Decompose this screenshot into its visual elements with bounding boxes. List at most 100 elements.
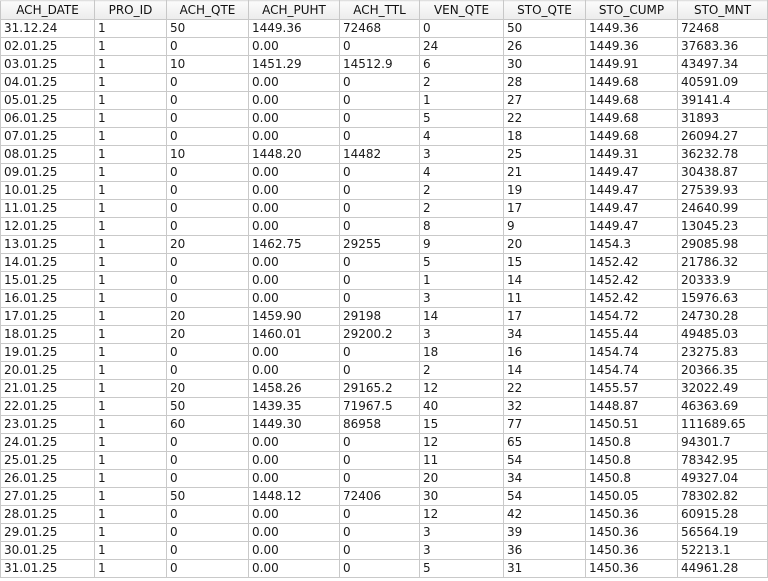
cell-sto-cump[interactable]: 1450.36 — [585, 523, 678, 542]
cell-ach-date[interactable]: 31.12.24 — [0, 19, 95, 38]
cell-sto-qte[interactable]: 11 — [503, 289, 586, 308]
cell-pro-id[interactable]: 1 — [94, 145, 167, 164]
cell-sto-mnt[interactable]: 20333.9 — [677, 271, 768, 290]
cell-sto-cump[interactable]: 1449.68 — [585, 109, 678, 128]
table-row[interactable]: 31.01.25 1 0 0.00 0 5 31 1450.36 44961.28 — [0, 559, 768, 578]
cell-sto-mnt[interactable]: 31893 — [677, 109, 768, 128]
cell-ach-date[interactable]: 04.01.25 — [0, 73, 95, 92]
cell-sto-qte[interactable]: 16 — [503, 343, 586, 362]
table-row[interactable]: 18.01.25 1 20 1460.01 29200.2 3 34 1455.44 49485… — [0, 325, 768, 344]
cell-ach-qte[interactable]: 50 — [166, 487, 249, 506]
cell-ven-qte[interactable]: 30 — [419, 487, 504, 506]
cell-sto-cump[interactable]: 1449.47 — [585, 217, 678, 236]
cell-sto-qte[interactable]: 54 — [503, 487, 586, 506]
cell-ach-ttl[interactable]: 0 — [339, 217, 420, 236]
cell-pro-id[interactable]: 1 — [94, 379, 167, 398]
cell-sto-mnt[interactable]: 44961.28 — [677, 559, 768, 578]
cell-ach-puht[interactable]: 1449.36 — [248, 19, 340, 38]
cell-ach-ttl[interactable]: 14482 — [339, 145, 420, 164]
cell-sto-qte[interactable]: 26 — [503, 37, 586, 56]
cell-ach-date[interactable]: 17.01.25 — [0, 307, 95, 326]
cell-ach-puht[interactable]: 1462.75 — [248, 235, 340, 254]
cell-ven-qte[interactable]: 2 — [419, 361, 504, 380]
cell-pro-id[interactable]: 1 — [94, 559, 167, 578]
cell-pro-id[interactable]: 1 — [94, 307, 167, 326]
cell-ach-puht[interactable]: 0.00 — [248, 37, 340, 56]
cell-sto-mnt[interactable]: 78342.95 — [677, 451, 768, 470]
cell-sto-mnt[interactable]: 27539.93 — [677, 181, 768, 200]
cell-ach-ttl[interactable]: 71967.5 — [339, 397, 420, 416]
table-row[interactable]: 09.01.25 1 0 0.00 0 4 21 1449.47 30438.87 — [0, 163, 768, 182]
cell-sto-qte[interactable]: 54 — [503, 451, 586, 470]
column-header-sto-qte[interactable]: STO_QTE — [503, 0, 586, 20]
cell-ach-puht[interactable]: 0.00 — [248, 541, 340, 560]
cell-ach-date[interactable]: 13.01.25 — [0, 235, 95, 254]
cell-ach-date[interactable]: 09.01.25 — [0, 163, 95, 182]
cell-ach-ttl[interactable]: 0 — [339, 289, 420, 308]
cell-ach-puht[interactable]: 1460.01 — [248, 325, 340, 344]
cell-ach-puht[interactable]: 1449.30 — [248, 415, 340, 434]
cell-ach-qte[interactable]: 0 — [166, 343, 249, 362]
cell-sto-cump[interactable]: 1455.57 — [585, 379, 678, 398]
cell-ven-qte[interactable]: 12 — [419, 379, 504, 398]
cell-ach-qte[interactable]: 0 — [166, 541, 249, 560]
cell-sto-mnt[interactable]: 21786.32 — [677, 253, 768, 272]
cell-ach-qte[interactable]: 0 — [166, 361, 249, 380]
table-row[interactable]: 14.01.25 1 0 0.00 0 5 15 1452.42 21786.32 — [0, 253, 768, 272]
cell-sto-qte[interactable]: 14 — [503, 271, 586, 290]
table-row[interactable]: 17.01.25 1 20 1459.90 29198 14 17 1454.72 24730.… — [0, 307, 768, 326]
cell-ven-qte[interactable]: 40 — [419, 397, 504, 416]
table-row[interactable]: 04.01.25 1 0 0.00 0 2 28 1449.68 40591.09 — [0, 73, 768, 92]
cell-ven-qte[interactable]: 15 — [419, 415, 504, 434]
cell-sto-mnt[interactable]: 46363.69 — [677, 397, 768, 416]
cell-ach-puht[interactable]: 1451.29 — [248, 55, 340, 74]
cell-sto-mnt[interactable]: 23275.83 — [677, 343, 768, 362]
cell-ach-qte[interactable]: 0 — [166, 37, 249, 56]
column-header-sto-cump[interactable]: STO_CUMP — [585, 0, 678, 20]
cell-sto-cump[interactable]: 1449.68 — [585, 127, 678, 146]
cell-ach-qte[interactable]: 0 — [166, 73, 249, 92]
cell-ach-puht[interactable]: 0.00 — [248, 505, 340, 524]
cell-ach-ttl[interactable]: 72468 — [339, 19, 420, 38]
cell-sto-cump[interactable]: 1454.74 — [585, 361, 678, 380]
cell-ach-puht[interactable]: 0.00 — [248, 559, 340, 578]
table-row[interactable]: 06.01.25 1 0 0.00 0 5 22 1449.68 31893 — [0, 109, 768, 128]
cell-sto-cump[interactable]: 1450.8 — [585, 469, 678, 488]
cell-pro-id[interactable]: 1 — [94, 271, 167, 290]
cell-ach-date[interactable]: 28.01.25 — [0, 505, 95, 524]
cell-ven-qte[interactable]: 1 — [419, 271, 504, 290]
table-row[interactable]: 08.01.25 1 10 1448.20 14482 3 25 1449.31 36232.7… — [0, 145, 768, 164]
cell-pro-id[interactable]: 1 — [94, 343, 167, 362]
cell-ach-date[interactable]: 29.01.25 — [0, 523, 95, 542]
cell-ach-date[interactable]: 19.01.25 — [0, 343, 95, 362]
table-row[interactable]: 21.01.25 1 20 1458.26 29165.2 12 22 1455.57 3202… — [0, 379, 768, 398]
cell-sto-cump[interactable]: 1449.68 — [585, 73, 678, 92]
cell-pro-id[interactable]: 1 — [94, 433, 167, 452]
table-row[interactable]: 31.12.24 1 50 1449.36 72468 0 50 1449.36 72468 — [0, 19, 768, 38]
cell-ven-qte[interactable]: 20 — [419, 469, 504, 488]
cell-sto-mnt[interactable]: 60915.28 — [677, 505, 768, 524]
cell-ach-ttl[interactable]: 0 — [339, 469, 420, 488]
cell-pro-id[interactable]: 1 — [94, 199, 167, 218]
cell-ach-ttl[interactable]: 0 — [339, 37, 420, 56]
cell-ach-ttl[interactable]: 29200.2 — [339, 325, 420, 344]
cell-ach-date[interactable]: 20.01.25 — [0, 361, 95, 380]
cell-ach-ttl[interactable]: 0 — [339, 271, 420, 290]
cell-ven-qte[interactable]: 3 — [419, 541, 504, 560]
cell-ach-puht[interactable]: 0.00 — [248, 469, 340, 488]
cell-ven-qte[interactable]: 3 — [419, 325, 504, 344]
cell-ach-qte[interactable]: 0 — [166, 217, 249, 236]
cell-ach-puht[interactable]: 0.00 — [248, 127, 340, 146]
cell-sto-qte[interactable]: 30 — [503, 55, 586, 74]
cell-sto-qte[interactable]: 32 — [503, 397, 586, 416]
cell-ach-qte[interactable]: 60 — [166, 415, 249, 434]
table-row[interactable]: 13.01.25 1 20 1462.75 29255 9 20 1454.3 29085.98 — [0, 235, 768, 254]
cell-ven-qte[interactable]: 5 — [419, 559, 504, 578]
cell-sto-qte[interactable]: 34 — [503, 469, 586, 488]
cell-ach-puht[interactable]: 0.00 — [248, 289, 340, 308]
column-header-ven-qte[interactable]: VEN_QTE — [419, 0, 504, 20]
cell-sto-qte[interactable]: 31 — [503, 559, 586, 578]
table-row[interactable]: 02.01.25 1 0 0.00 0 24 26 1449.36 37683.36 — [0, 37, 768, 56]
cell-ach-puht[interactable]: 0.00 — [248, 199, 340, 218]
cell-sto-mnt[interactable]: 26094.27 — [677, 127, 768, 146]
